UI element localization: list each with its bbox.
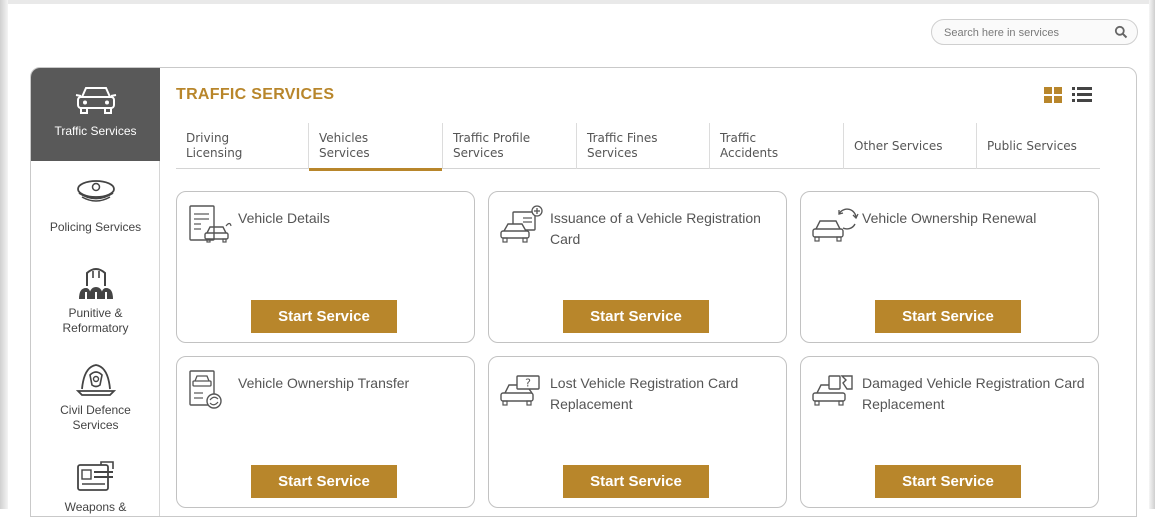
sidebar-item-civil-defence-services[interactable]: Civil Defence Services bbox=[31, 361, 160, 441]
tab-label: Vehicles Services bbox=[319, 131, 370, 160]
sidebar-item-punitive-reformatory[interactable]: Punitive & Reformatory bbox=[31, 266, 160, 346]
start-service-button[interactable]: Start Service bbox=[251, 465, 397, 498]
service-name: Damaged Vehicle Registration Card Replac… bbox=[862, 375, 1085, 412]
service-card-ownership-transfer[interactable]: Vehicle Ownership Transfer Start Service bbox=[176, 356, 475, 508]
main-content: TRAFFIC SERVICES Driving Licensing Vehic… bbox=[160, 68, 1136, 516]
list-view-icon[interactable] bbox=[1072, 86, 1092, 104]
search-input[interactable] bbox=[944, 24, 1104, 42]
tab-traffic-profile-services[interactable]: Traffic Profile Services bbox=[443, 123, 577, 169]
sidebar-item-label: Traffic Services bbox=[54, 124, 137, 138]
window-left-edge bbox=[0, 0, 8, 509]
start-service-button[interactable]: Start Service bbox=[251, 300, 397, 333]
sidebar-item-policing-services[interactable]: Policing Services bbox=[31, 178, 160, 248]
tab-traffic-fines-services[interactable]: Traffic Fines Services bbox=[577, 123, 710, 169]
svg-text:?: ? bbox=[525, 377, 531, 390]
tab-public-services[interactable]: Public Services bbox=[977, 123, 1100, 169]
vehicle-document-icon bbox=[189, 205, 232, 243]
window-top-edge bbox=[0, 0, 1155, 4]
app-window: Traffic Services Policing Services bbox=[0, 0, 1155, 517]
sidebar-item-label: Civil Defence Services bbox=[60, 403, 131, 432]
firefighter-helmet-icon bbox=[75, 364, 116, 396]
service-card-ownership-renewal[interactable]: Vehicle Ownership Renewal Start Service bbox=[800, 191, 1099, 343]
service-name: Vehicle Ownership Transfer bbox=[238, 375, 410, 391]
start-service-button[interactable]: Start Service bbox=[563, 300, 709, 333]
car-card-question-icon: ? bbox=[500, 375, 540, 406]
tab-label: Driving Licensing bbox=[186, 131, 243, 160]
tab-vehicles-services[interactable]: Vehicles Services bbox=[309, 123, 443, 171]
tab-label: Traffic Fines Services bbox=[587, 131, 658, 160]
service-card-vehicle-details[interactable]: Vehicle Details Start Service bbox=[176, 191, 475, 343]
car-card-damaged-icon bbox=[812, 375, 853, 406]
service-name: Vehicle Details bbox=[238, 210, 330, 226]
tab-driving-licensing[interactable]: Driving Licensing bbox=[176, 123, 309, 169]
window-right-edge bbox=[1149, 0, 1155, 509]
tab-label: Traffic Accidents bbox=[720, 131, 779, 160]
sidebar-item-weapons[interactable]: Weapons & bbox=[31, 460, 160, 516]
tab-traffic-accidents[interactable]: Traffic Accidents bbox=[710, 123, 844, 169]
sidebar-item-traffic-services[interactable]: Traffic Services bbox=[31, 68, 160, 161]
service-card-lost-registration-card[interactable]: ? Lost Vehicle Registration Card Replace… bbox=[488, 356, 787, 508]
service-name: Lost Vehicle Registration Card Replaceme… bbox=[550, 375, 739, 412]
service-card-issuance-registration-card[interactable]: Issuance of a Vehicle Registration Card … bbox=[488, 191, 787, 343]
service-name: Vehicle Ownership Renewal bbox=[862, 210, 1037, 226]
services-panel: Traffic Services Policing Services Punit… bbox=[30, 67, 1137, 517]
car-transfer-icon bbox=[189, 370, 222, 409]
car-renew-icon bbox=[812, 208, 859, 242]
id-card-icon bbox=[76, 461, 114, 491]
car-icon bbox=[75, 87, 116, 114]
tab-label: Other Services bbox=[854, 138, 943, 153]
tab-label: Traffic Profile Services bbox=[453, 131, 531, 160]
police-cap-icon bbox=[76, 180, 115, 202]
prison-icon bbox=[78, 268, 113, 299]
search-box[interactable] bbox=[931, 19, 1138, 45]
page-title: TRAFFIC SERVICES bbox=[176, 86, 335, 103]
service-tabs: Driving Licensing Vehicles Services Traf… bbox=[176, 123, 1100, 171]
search-icon[interactable] bbox=[1114, 25, 1128, 39]
service-card-damaged-registration-card[interactable]: Damaged Vehicle Registration Card Replac… bbox=[800, 356, 1099, 508]
grid-view-icon[interactable] bbox=[1044, 87, 1062, 103]
start-service-button[interactable]: Start Service bbox=[563, 465, 709, 498]
start-service-button[interactable]: Start Service bbox=[875, 300, 1021, 333]
start-service-button[interactable]: Start Service bbox=[875, 465, 1021, 498]
tab-label: Public Services bbox=[987, 138, 1077, 153]
sidebar-item-label: Policing Services bbox=[49, 220, 142, 234]
sidebar-item-label: Punitive & Reformatory bbox=[62, 306, 129, 335]
sidebar-item-label: Weapons & bbox=[64, 500, 127, 514]
service-name: Issuance of a Vehicle Registration Card bbox=[550, 210, 761, 247]
tab-other-services[interactable]: Other Services bbox=[844, 123, 977, 169]
car-card-add-icon bbox=[500, 205, 543, 243]
category-sidebar: Traffic Services Policing Services Punit… bbox=[31, 68, 160, 516]
